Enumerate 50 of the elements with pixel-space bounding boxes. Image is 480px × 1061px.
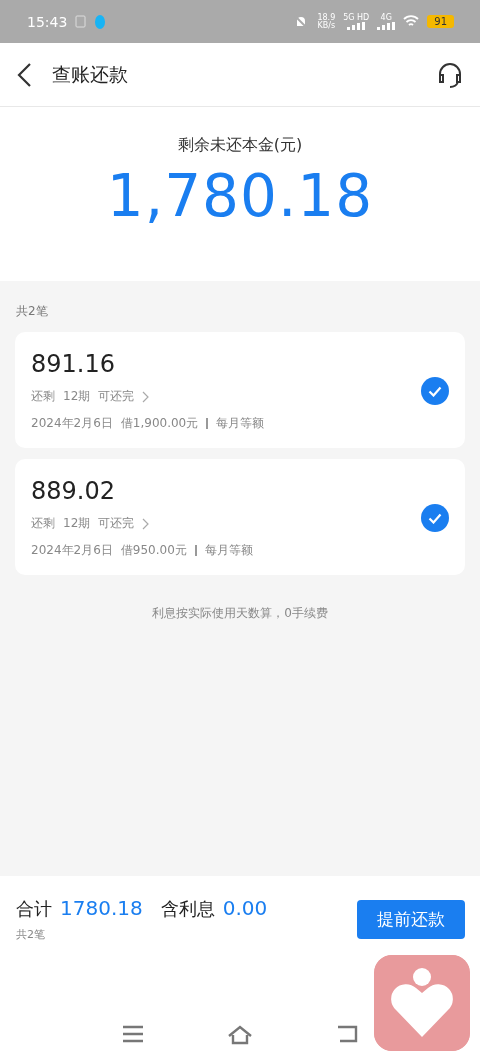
loan-checkbox[interactable] bbox=[421, 377, 449, 405]
check-icon bbox=[428, 385, 442, 397]
total-amount: 1780.18 bbox=[60, 896, 143, 920]
repayment-method: 每月等额 bbox=[216, 415, 265, 432]
principal-label: 剩余未还本金(元) bbox=[177, 135, 303, 156]
loan-count: 共2笔 bbox=[16, 303, 49, 320]
loan-checkbox[interactable] bbox=[421, 504, 449, 532]
remaining-label: 还剩 bbox=[31, 515, 55, 532]
repayment-method: 每月等额 bbox=[204, 542, 253, 559]
chevron-icon bbox=[142, 390, 150, 403]
loan-date: 2024年2月6日 bbox=[31, 415, 113, 432]
borrowed-amount: 借1,900.00元 bbox=[120, 415, 199, 432]
interest-label: 含利息 bbox=[160, 897, 215, 921]
period-count: 12期 bbox=[63, 515, 91, 532]
speed-unit: KB/s bbox=[317, 21, 336, 30]
network-label: 5G HD bbox=[343, 13, 370, 22]
borrowed-amount: 借950.00元 bbox=[120, 542, 187, 559]
interest-amount: 0.00 bbox=[222, 896, 268, 920]
wifi-icon bbox=[403, 15, 420, 28]
loan-card[interactable]: 889.02 还剩 12期 可还完 2024年2月6日 借950.00元 每月等额 bbox=[15, 459, 465, 575]
payoff-link[interactable]: 可还完 bbox=[98, 515, 135, 532]
back-icon[interactable] bbox=[16, 61, 32, 88]
footer-count: 共2笔 bbox=[16, 927, 46, 942]
separator-icon bbox=[194, 545, 197, 556]
status-time: 15:43 bbox=[27, 13, 68, 30]
period-count: 12期 bbox=[63, 388, 91, 405]
menu-icon[interactable] bbox=[121, 1025, 144, 1043]
prepay-button[interactable]: 提前还款 bbox=[357, 900, 465, 939]
home-icon[interactable] bbox=[227, 1025, 253, 1045]
chevron-icon bbox=[142, 517, 150, 530]
loan-amount: 891.16 bbox=[31, 350, 116, 378]
battery-level: 91 bbox=[427, 15, 454, 28]
page-title: 查账还款 bbox=[52, 61, 129, 87]
remaining-label: 还剩 bbox=[31, 388, 55, 405]
check-icon bbox=[428, 512, 442, 524]
document-icon bbox=[75, 15, 87, 28]
network-label: 4G bbox=[380, 13, 392, 22]
signal-icon bbox=[347, 21, 366, 30]
headset-icon[interactable] bbox=[436, 60, 464, 89]
separator-icon bbox=[206, 418, 209, 429]
principal-amount: 1,780.18 bbox=[106, 162, 374, 230]
interest-note: 利息按实际使用天数算，0手续费 bbox=[151, 605, 329, 622]
total-label: 合计 bbox=[16, 897, 52, 921]
payoff-link[interactable]: 可还完 bbox=[98, 388, 135, 405]
network-speed: 18.9 bbox=[317, 13, 336, 22]
loan-card[interactable]: 891.16 还剩 12期 可还完 2024年2月6日 借1,900.00元 每月等额 bbox=[15, 332, 465, 448]
back-gesture-icon[interactable] bbox=[336, 1025, 359, 1043]
loan-amount: 889.02 bbox=[31, 477, 116, 505]
signal-icon bbox=[377, 21, 396, 30]
loan-date: 2024年2月6日 bbox=[31, 542, 113, 559]
